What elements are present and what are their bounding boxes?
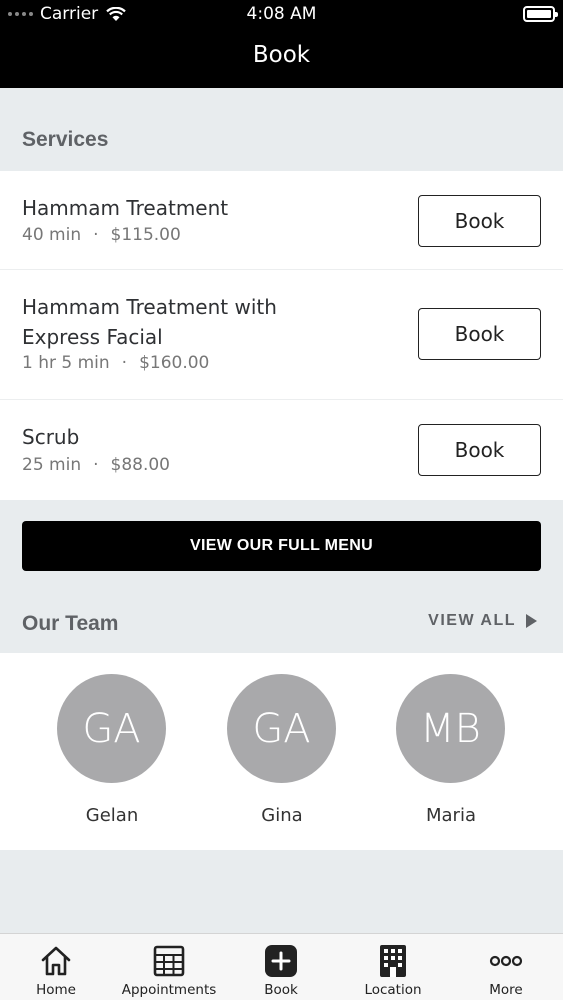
team-heading: Our Team <box>22 612 119 635</box>
tab-bar: Home Appointments Book Location More <box>0 933 563 1000</box>
service-name: Hammam Treatment <box>22 196 229 220</box>
services-heading: Services <box>22 128 109 151</box>
service-price: $160.00 <box>139 353 210 373</box>
battery-icon <box>523 6 558 22</box>
tab-home[interactable]: Home <box>1 934 111 1000</box>
avatar: MB <box>396 674 505 783</box>
book-button[interactable]: Book <box>418 195 541 247</box>
meta-separator: · <box>93 455 99 475</box>
tab-more[interactable]: More <box>451 934 561 1000</box>
calendar-icon <box>153 945 185 977</box>
service-price: $88.00 <box>110 455 170 475</box>
member-name: Maria <box>426 805 476 826</box>
status-bar: Carrier 4:08 AM <box>0 0 563 28</box>
chevron-right-icon <box>526 614 537 628</box>
tab-label: More <box>489 982 523 998</box>
tab-label: Book <box>264 982 298 998</box>
service-row[interactable]: Hammam Treatment with Express Facial 1 h… <box>0 270 563 400</box>
book-button[interactable]: Book <box>418 424 541 476</box>
meta-separator: · <box>121 353 128 373</box>
service-duration: 40 min <box>22 225 82 245</box>
service-price: $115.00 <box>110 225 181 245</box>
home-icon <box>41 946 71 976</box>
meta-separator: · <box>93 225 99 245</box>
member-name: Gelan <box>85 805 139 826</box>
tab-book[interactable]: Book <box>226 934 336 1000</box>
tab-label: Home <box>36 982 76 998</box>
service-meta: 25 min · $88.00 <box>22 455 170 475</box>
tab-appointments[interactable]: Appointments <box>114 934 224 1000</box>
service-duration: 25 min <box>22 455 82 475</box>
tab-location[interactable]: Location <box>338 934 448 1000</box>
status-time: 4:08 AM <box>246 4 317 24</box>
avatar: GA <box>227 674 336 783</box>
service-meta: 40 min · $115.00 <box>22 225 181 245</box>
view-full-menu-button[interactable]: VIEW OUR FULL MENU <box>22 521 541 571</box>
service-name: Hammam Treatment with Express Facial <box>22 295 277 349</box>
service-name: Scrub <box>22 425 80 449</box>
member-name: Gina <box>261 805 303 826</box>
service-meta: 1 hr 5 min · $160.00 <box>22 353 209 373</box>
team-section: GA Gelan GA Gina MB Maria <box>0 653 563 850</box>
team-member[interactable]: MB Maria <box>396 674 506 826</box>
tab-label: Location <box>364 982 422 998</box>
avatar: GA <box>57 674 166 783</box>
service-duration: 1 hr 5 min <box>22 353 110 373</box>
service-row[interactable]: Hammam Treatment 40 min · $115.00 Book <box>0 171 563 270</box>
more-icon <box>489 955 523 967</box>
top-bar: Carrier 4:08 AM Book <box>0 0 563 88</box>
tab-label: Appointments <box>121 982 217 998</box>
building-icon <box>380 945 406 977</box>
services-list: Hammam Treatment 40 min · $115.00 Book Ham… <box>0 171 563 500</box>
service-row[interactable]: Scrub 25 min · $88.00 Book <box>0 400 563 500</box>
team-member[interactable]: GA Gina <box>227 674 337 826</box>
plus-icon <box>265 945 297 977</box>
book-button[interactable]: Book <box>418 308 541 360</box>
team-member[interactable]: GA Gelan <box>57 674 167 826</box>
view-all-label: VIEW ALL <box>428 612 516 629</box>
page-title: Book <box>252 42 311 68</box>
view-all-link[interactable]: VIEW ALL <box>428 612 537 630</box>
